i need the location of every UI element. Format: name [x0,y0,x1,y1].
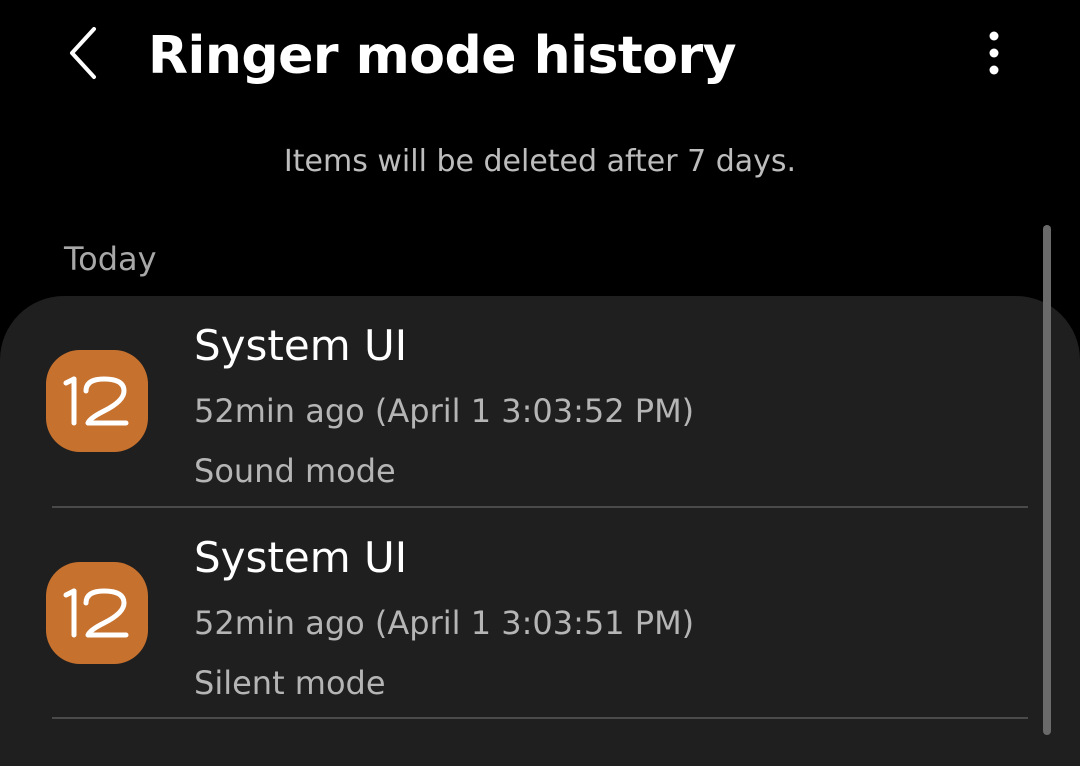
chevron-left-icon [66,25,102,85]
history-item[interactable]: System UI 52min ago (April 1 3:03:51 PM)… [0,508,1080,720]
timestamp: 52min ago (April 1 3:03:52 PM) [194,392,695,430]
back-button[interactable] [52,20,116,90]
one-ui-12-icon [46,562,148,664]
app-bar: Ringer mode history [0,0,1080,115]
retention-notice: Items will be deleted after 7 days. [283,144,797,179]
more-options-button[interactable] [966,20,1022,90]
history-item[interactable]: System UI 52min ago (April 1 3:03:52 PM)… [0,296,1080,508]
ringer-mode: Sound mode [194,452,396,490]
app-name: System UI [194,321,408,370]
one-ui-12-icon [46,350,148,452]
timestamp: 52min ago (April 1 3:03:51 PM) [194,604,695,642]
divider [52,717,1028,719]
page-title: Ringer mode history [148,26,737,86]
section-header-today: Today [64,240,157,278]
ringer-mode: Silent mode [194,664,386,702]
scrollbar[interactable] [1043,225,1051,735]
app-name: System UI [194,533,408,582]
more-vertical-icon [986,29,1002,81]
